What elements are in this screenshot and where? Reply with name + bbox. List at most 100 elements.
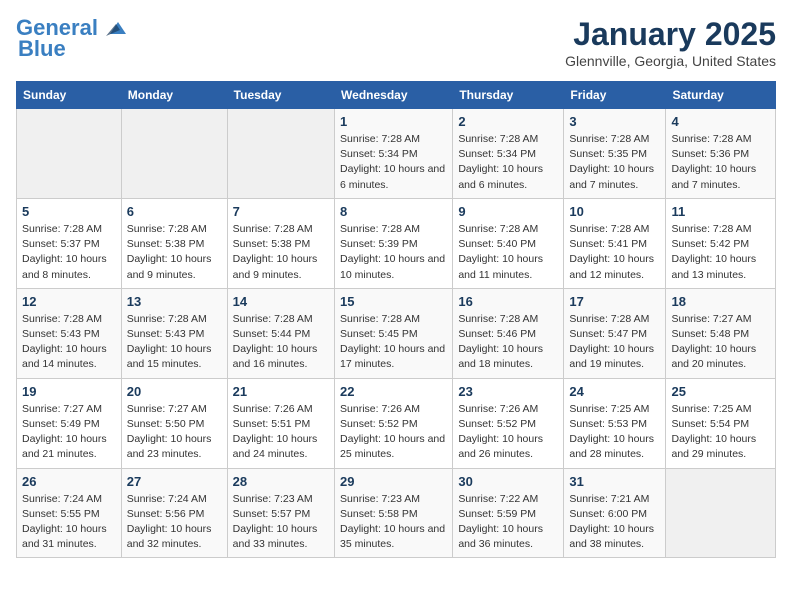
- day-number: 20: [127, 384, 222, 399]
- day-number: 3: [569, 114, 660, 129]
- calendar-day-cell: 24 Sunrise: 7:25 AMSunset: 5:53 PMDayligh…: [564, 378, 666, 468]
- calendar-day-cell: 25 Sunrise: 7:25 AMSunset: 5:54 PMDayligh…: [666, 378, 776, 468]
- weekday-cell: Thursday: [453, 82, 564, 109]
- day-info: Sunrise: 7:24 AMSunset: 5:55 PMDaylight:…: [22, 492, 116, 553]
- day-info: Sunrise: 7:27 AMSunset: 5:49 PMDaylight:…: [22, 402, 116, 463]
- calendar-day-cell: 16 Sunrise: 7:28 AMSunset: 5:46 PMDayligh…: [453, 288, 564, 378]
- day-number: 26: [22, 474, 116, 489]
- page-header: General Blue January 2025 Glennville, Ge…: [16, 16, 776, 69]
- day-info: Sunrise: 7:22 AMSunset: 5:59 PMDaylight:…: [458, 492, 558, 553]
- calendar-day-cell: 22 Sunrise: 7:26 AMSunset: 5:52 PMDayligh…: [335, 378, 453, 468]
- day-info: Sunrise: 7:21 AMSunset: 6:00 PMDaylight:…: [569, 492, 660, 553]
- day-info: Sunrise: 7:23 AMSunset: 5:58 PMDaylight:…: [340, 492, 447, 553]
- calendar-day-cell: 6Sunrise: 7:28 AMSunset: 5:38 PMDaylight…: [121, 198, 227, 288]
- day-number: 18: [671, 294, 770, 309]
- calendar-day-cell: 30 Sunrise: 7:22 AMSunset: 5:59 PMDayligh…: [453, 468, 564, 558]
- day-number: 13: [127, 294, 222, 309]
- day-info: Sunrise: 7:28 AMSunset: 5:40 PMDaylight:…: [458, 222, 558, 283]
- day-info: Sunrise: 7:28 AMSunset: 5:44 PMDaylight:…: [233, 312, 329, 373]
- day-info: Sunrise: 7:28 AMSunset: 5:42 PMDaylight:…: [671, 222, 770, 283]
- calendar-day-cell: [666, 468, 776, 558]
- calendar-day-cell: 31 Sunrise: 7:21 AMSunset: 6:00 PMDayligh…: [564, 468, 666, 558]
- day-number: 6: [127, 204, 222, 219]
- day-info: Sunrise: 7:28 AMSunset: 5:35 PMDaylight:…: [569, 132, 660, 193]
- day-number: 17: [569, 294, 660, 309]
- calendar-day-cell: 20 Sunrise: 7:27 AMSunset: 5:50 PMDayligh…: [121, 378, 227, 468]
- day-number: 29: [340, 474, 447, 489]
- day-info: Sunrise: 7:28 AMSunset: 5:36 PMDaylight:…: [671, 132, 770, 193]
- weekday-cell: Saturday: [666, 82, 776, 109]
- day-number: 7: [233, 204, 329, 219]
- day-info: Sunrise: 7:27 AMSunset: 5:48 PMDaylight:…: [671, 312, 770, 373]
- day-number: 14: [233, 294, 329, 309]
- day-info: Sunrise: 7:25 AMSunset: 5:54 PMDaylight:…: [671, 402, 770, 463]
- calendar-day-cell: 1 Sunrise: 7:28 AMSunset: 5:34 PMDaylight…: [335, 109, 453, 199]
- weekday-cell: Sunday: [17, 82, 122, 109]
- day-number: 10: [569, 204, 660, 219]
- day-number: 22: [340, 384, 447, 399]
- calendar-day-cell: 3 Sunrise: 7:28 AMSunset: 5:35 PMDaylight…: [564, 109, 666, 199]
- calendar-day-cell: 29 Sunrise: 7:23 AMSunset: 5:58 PMDayligh…: [335, 468, 453, 558]
- calendar-day-cell: 18 Sunrise: 7:27 AMSunset: 5:48 PMDayligh…: [666, 288, 776, 378]
- day-number: 23: [458, 384, 558, 399]
- calendar-title: January 2025: [565, 16, 776, 53]
- day-number: 11: [671, 204, 770, 219]
- calendar-subtitle: Glennville, Georgia, United States: [565, 53, 776, 69]
- logo-blue: Blue: [18, 36, 66, 62]
- day-number: 5: [22, 204, 116, 219]
- calendar-day-cell: 4Sunrise: 7:28 AMSunset: 5:36 PMDaylight…: [666, 109, 776, 199]
- day-info: Sunrise: 7:26 AMSunset: 5:51 PMDaylight:…: [233, 402, 329, 463]
- day-number: 1: [340, 114, 447, 129]
- day-info: Sunrise: 7:28 AMSunset: 5:43 PMDaylight:…: [127, 312, 222, 373]
- day-number: 16: [458, 294, 558, 309]
- calendar-week-row: 1 Sunrise: 7:28 AMSunset: 5:34 PMDaylight…: [17, 109, 776, 199]
- calendar-day-cell: 13 Sunrise: 7:28 AMSunset: 5:43 PMDayligh…: [121, 288, 227, 378]
- day-number: 31: [569, 474, 660, 489]
- day-info: Sunrise: 7:25 AMSunset: 5:53 PMDaylight:…: [569, 402, 660, 463]
- day-number: 9: [458, 204, 558, 219]
- day-number: 21: [233, 384, 329, 399]
- day-number: 28: [233, 474, 329, 489]
- day-info: Sunrise: 7:28 AMSunset: 5:34 PMDaylight:…: [340, 132, 447, 193]
- weekday-cell: Friday: [564, 82, 666, 109]
- day-number: 25: [671, 384, 770, 399]
- day-number: 30: [458, 474, 558, 489]
- calendar-day-cell: [17, 109, 122, 199]
- calendar-week-row: 26 Sunrise: 7:24 AMSunset: 5:55 PMDayligh…: [17, 468, 776, 558]
- calendar-day-cell: 7 Sunrise: 7:28 AMSunset: 5:38 PMDaylight…: [227, 198, 334, 288]
- day-info: Sunrise: 7:28 AMSunset: 5:38 PMDaylight:…: [233, 222, 329, 283]
- calendar-day-cell: 5Sunrise: 7:28 AMSunset: 5:37 PMDaylight…: [17, 198, 122, 288]
- day-number: 2: [458, 114, 558, 129]
- calendar-day-cell: 26 Sunrise: 7:24 AMSunset: 5:55 PMDayligh…: [17, 468, 122, 558]
- calendar-day-cell: 14 Sunrise: 7:28 AMSunset: 5:44 PMDayligh…: [227, 288, 334, 378]
- day-info: Sunrise: 7:28 AMSunset: 5:46 PMDaylight:…: [458, 312, 558, 373]
- day-info: Sunrise: 7:28 AMSunset: 5:47 PMDaylight:…: [569, 312, 660, 373]
- calendar-day-cell: 2 Sunrise: 7:28 AMSunset: 5:34 PMDaylight…: [453, 109, 564, 199]
- day-info: Sunrise: 7:26 AMSunset: 5:52 PMDaylight:…: [340, 402, 447, 463]
- calendar-day-cell: 15Sunrise: 7:28 AMSunset: 5:45 PMDayligh…: [335, 288, 453, 378]
- day-info: Sunrise: 7:28 AMSunset: 5:34 PMDaylight:…: [458, 132, 558, 193]
- logo: General Blue: [16, 16, 128, 62]
- day-info: Sunrise: 7:23 AMSunset: 5:57 PMDaylight:…: [233, 492, 329, 553]
- calendar-week-row: 12 Sunrise: 7:28 AMSunset: 5:43 PMDayligh…: [17, 288, 776, 378]
- day-info: Sunrise: 7:28 AMSunset: 5:45 PMDaylight:…: [340, 312, 447, 373]
- calendar-day-cell: 17 Sunrise: 7:28 AMSunset: 5:47 PMDayligh…: [564, 288, 666, 378]
- calendar-day-cell: 8 Sunrise: 7:28 AMSunset: 5:39 PMDaylight…: [335, 198, 453, 288]
- calendar-day-cell: [121, 109, 227, 199]
- day-number: 24: [569, 384, 660, 399]
- day-info: Sunrise: 7:24 AMSunset: 5:56 PMDaylight:…: [127, 492, 222, 553]
- day-info: Sunrise: 7:26 AMSunset: 5:52 PMDaylight:…: [458, 402, 558, 463]
- calendar-day-cell: 9 Sunrise: 7:28 AMSunset: 5:40 PMDaylight…: [453, 198, 564, 288]
- calendar-table: SundayMondayTuesdayWednesdayThursdayFrid…: [16, 81, 776, 558]
- calendar-week-row: 5Sunrise: 7:28 AMSunset: 5:37 PMDaylight…: [17, 198, 776, 288]
- logo-icon: [106, 20, 128, 38]
- day-number: 12: [22, 294, 116, 309]
- day-number: 8: [340, 204, 447, 219]
- weekday-cell: Tuesday: [227, 82, 334, 109]
- day-info: Sunrise: 7:28 AMSunset: 5:39 PMDaylight:…: [340, 222, 447, 283]
- day-info: Sunrise: 7:27 AMSunset: 5:50 PMDaylight:…: [127, 402, 222, 463]
- day-number: 19: [22, 384, 116, 399]
- weekday-cell: Monday: [121, 82, 227, 109]
- day-number: 27: [127, 474, 222, 489]
- calendar-day-cell: 27 Sunrise: 7:24 AMSunset: 5:56 PMDayligh…: [121, 468, 227, 558]
